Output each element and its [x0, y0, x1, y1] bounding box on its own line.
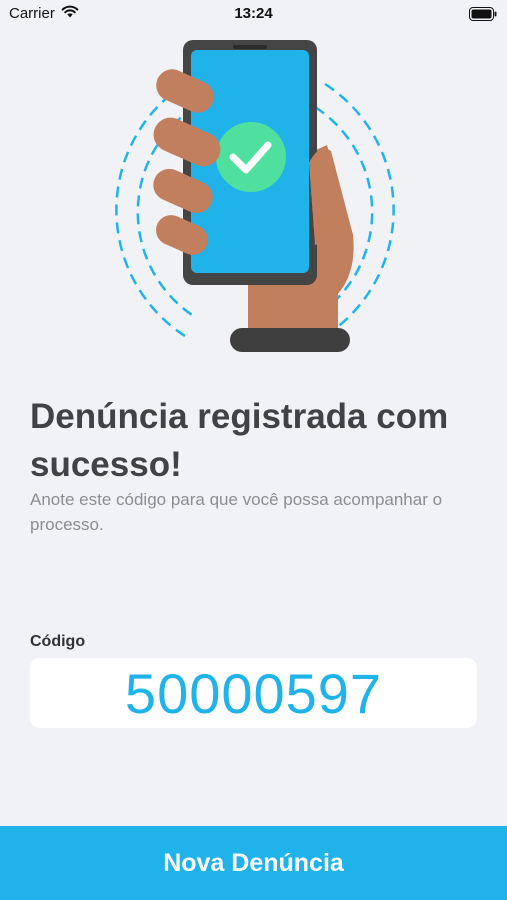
code-box: 50000597 [30, 658, 477, 728]
code-value: 50000597 [124, 661, 383, 725]
success-illustration [95, 35, 415, 360]
page-subtitle: Anote este código para que você possa ac… [30, 490, 443, 534]
battery-icon [469, 7, 497, 26]
status-bar: Carrier 13:24 [0, 0, 507, 30]
code-label: Código [30, 633, 86, 650]
new-report-button[interactable]: Nova Denúncia [0, 826, 507, 900]
screen: Carrier 13:24 Denúncia registrada com su… [0, 0, 507, 900]
page-title: Denúncia registrada com sucesso! [30, 397, 449, 484]
status-time: 13:24 [234, 5, 273, 22]
